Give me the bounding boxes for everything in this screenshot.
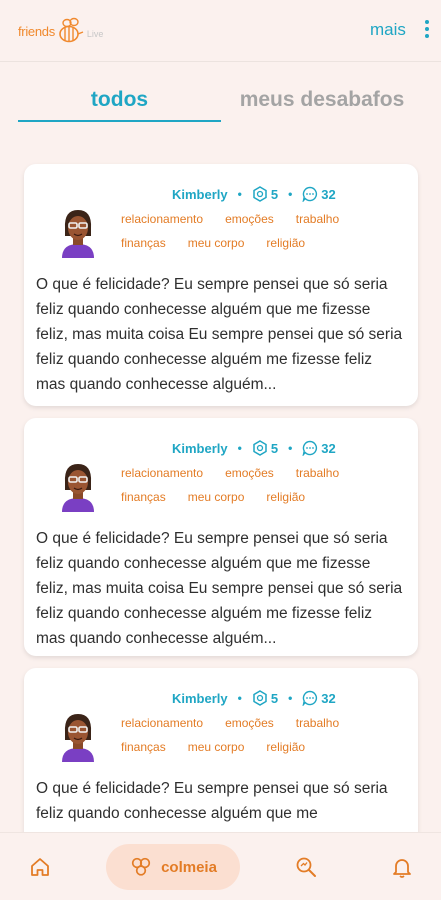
hexagon-icon — [253, 690, 267, 706]
feed-tabs: todos meus desabafos — [0, 78, 441, 128]
bell-icon[interactable] — [390, 855, 414, 879]
separator-dot: • — [288, 691, 293, 705]
tag[interactable]: meu corpo — [188, 488, 245, 506]
tag[interactable]: trabalho — [296, 210, 339, 228]
comment-icon — [302, 690, 318, 706]
app-logo[interactable]: friends Live — [18, 14, 103, 48]
nav-colmeia-button[interactable]: colmeia — [106, 844, 240, 890]
search-icon[interactable] — [294, 855, 318, 879]
post-meta: Kimberly • 5 • 32 — [172, 440, 336, 456]
hex-count: 5 — [252, 440, 278, 456]
post-text[interactable]: O que é felicidade? Eu sempre pensei que… — [36, 272, 404, 397]
comment-count: 32 — [302, 440, 336, 456]
hexagon-icon — [253, 440, 267, 456]
hex-count: 5 — [252, 186, 278, 202]
bottom-nav: colmeia — [0, 832, 441, 900]
post-meta: Kimberly • 5 • 32 — [172, 690, 336, 706]
comment-count: 32 — [302, 690, 336, 706]
tag[interactable]: religião — [266, 234, 305, 252]
separator-dot: • — [237, 691, 242, 705]
post-header: Kimberly • 5 • 32 relacionamento emoções… — [36, 178, 404, 262]
tag[interactable]: emoções — [225, 464, 274, 482]
tag[interactable]: meu corpo — [188, 234, 245, 252]
post-feed[interactable]: Kimberly • 5 • 32 relacionamento emoções… — [0, 160, 441, 832]
tag[interactable]: trabalho — [296, 464, 339, 482]
hex-count-value: 5 — [270, 186, 279, 202]
author-name[interactable]: Kimberly — [172, 441, 228, 456]
tag[interactable]: trabalho — [296, 714, 339, 732]
tag[interactable]: finanças — [121, 738, 166, 756]
post-header: Kimberly • 5 • 32 relacionamento emoções… — [36, 682, 404, 766]
tag[interactable]: emoções — [225, 714, 274, 732]
tab-meus-desabafos[interactable]: meus desabafos — [222, 88, 422, 122]
tag[interactable]: meu corpo — [188, 738, 245, 756]
home-icon[interactable] — [28, 855, 52, 879]
author-name[interactable]: Kimberly — [172, 187, 228, 202]
hexagon-icon — [253, 186, 267, 202]
more-menu-label[interactable]: mais — [370, 20, 406, 40]
hex-count-value: 5 — [270, 440, 279, 456]
hive-icon — [131, 857, 151, 876]
nav-colmeia-label: colmeia — [161, 858, 217, 876]
post-text[interactable]: O que é felicidade? Eu sempre pensei que… — [36, 776, 404, 826]
tag[interactable]: religião — [266, 738, 305, 756]
comment-icon — [302, 186, 318, 202]
tag[interactable]: finanças — [121, 234, 166, 252]
post-header: Kimberly • 5 • 32 relacionamento emoções… — [36, 432, 404, 516]
tab-todos[interactable]: todos — [18, 88, 221, 122]
tag[interactable]: relacionamento — [121, 714, 203, 732]
separator-dot: • — [237, 187, 242, 201]
tag-list: relacionamento emoções trabalho finanças… — [121, 464, 411, 512]
post-text[interactable]: O que é felicidade? Eu sempre pensei que… — [36, 526, 404, 651]
separator-dot: • — [237, 441, 242, 455]
comment-count: 32 — [302, 186, 336, 202]
comment-icon — [302, 440, 318, 456]
avatar[interactable] — [58, 460, 98, 512]
kebab-menu-icon[interactable] — [423, 20, 431, 42]
hex-count: 5 — [252, 690, 278, 706]
comment-count-value: 32 — [321, 186, 336, 202]
tag[interactable]: emoções — [225, 210, 274, 228]
post-card[interactable]: Kimberly • 5 • 32 relacionamento emoções… — [24, 418, 418, 656]
tag[interactable]: finanças — [121, 488, 166, 506]
app-header: friends Live mais — [0, 0, 441, 62]
bee-icon — [59, 17, 84, 43]
tag[interactable]: religião — [266, 488, 305, 506]
avatar[interactable] — [58, 206, 98, 258]
tag[interactable]: relacionamento — [121, 464, 203, 482]
logo-text: friends — [18, 23, 55, 39]
comment-count-value: 32 — [321, 690, 336, 706]
tag-list: relacionamento emoções trabalho finanças… — [121, 714, 411, 762]
post-meta: Kimberly • 5 • 32 — [172, 186, 336, 202]
author-name[interactable]: Kimberly — [172, 691, 228, 706]
tag[interactable]: relacionamento — [121, 210, 203, 228]
comment-count-value: 32 — [321, 440, 336, 456]
post-card[interactable]: Kimberly • 5 • 32 relacionamento emoções… — [24, 164, 418, 406]
separator-dot: • — [288, 441, 293, 455]
logo-suffix: Live — [86, 29, 104, 39]
separator-dot: • — [288, 187, 293, 201]
tag-list: relacionamento emoções trabalho finanças… — [121, 210, 411, 258]
post-card[interactable]: Kimberly • 5 • 32 relacionamento emoções… — [24, 668, 418, 832]
avatar[interactable] — [58, 710, 98, 762]
hex-count-value: 5 — [270, 690, 279, 706]
